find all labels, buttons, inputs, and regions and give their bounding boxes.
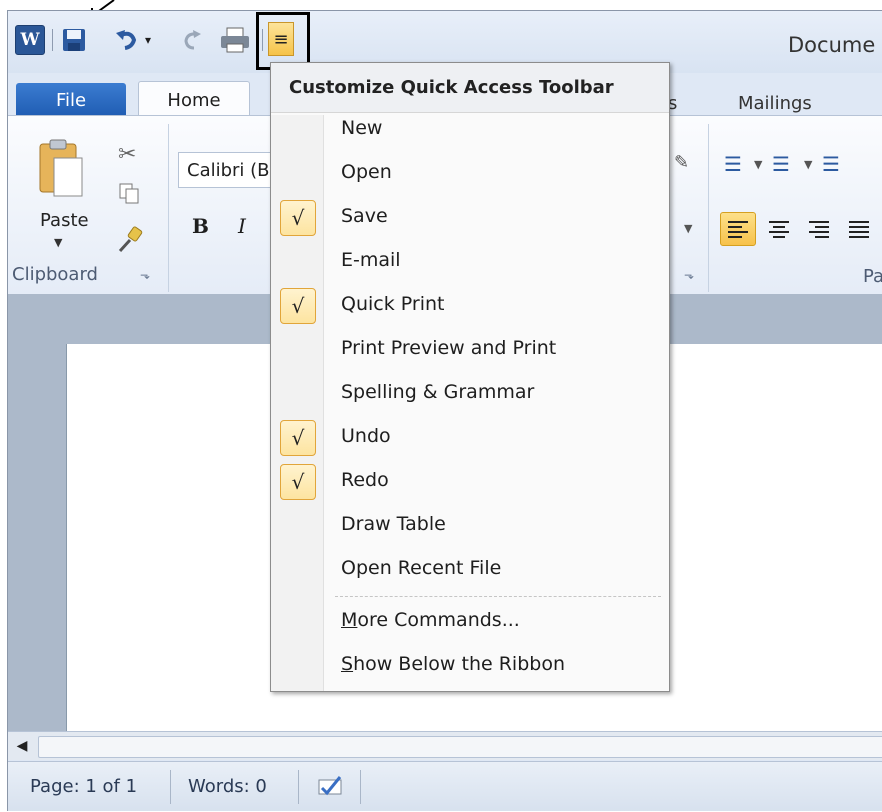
quick-print-icon[interactable] — [218, 25, 252, 55]
menu-item-label: Spelling & Grammar — [341, 381, 535, 403]
align-right-icon[interactable] — [804, 214, 834, 244]
status-bar: Page: 1 of 1 Words: 0 — [8, 761, 882, 811]
menu-divider — [335, 596, 661, 597]
paste-dropdown-icon[interactable]: ▼ — [54, 236, 62, 249]
checkmark-icon: √ — [280, 464, 316, 500]
menu-item-label: Save — [341, 205, 388, 227]
document-title: Docume — [788, 33, 876, 57]
redo-icon[interactable] — [178, 25, 206, 55]
group-separator — [708, 124, 709, 292]
save-icon[interactable] — [60, 25, 88, 55]
status-separator — [170, 770, 171, 804]
dialog-launcher-icon[interactable]: ⬎ — [140, 268, 150, 282]
menu-item-label: Print Preview and Print — [341, 337, 557, 359]
menu-header: Customize Quick Access Toolbar — [271, 63, 669, 113]
qat-separator — [52, 29, 53, 51]
scroll-left-icon[interactable]: ◀ — [12, 736, 32, 756]
copy-icon[interactable] — [118, 182, 140, 204]
menu-item-undo[interactable]: √ Undo — [271, 417, 669, 461]
word-count-status[interactable]: Words: 0 — [188, 776, 267, 797]
bold-button[interactable]: B — [192, 214, 209, 238]
checkmark-icon: √ — [280, 420, 316, 456]
dropdown-icon[interactable]: ▼ — [754, 158, 762, 171]
menu-item-e-mail[interactable]: E-mail — [271, 241, 669, 285]
horizontal-scrollbar[interactable]: ◀ — [8, 731, 882, 760]
word-app-icon[interactable]: W — [15, 25, 45, 55]
tab-file[interactable]: File — [16, 83, 126, 117]
menu-item-print-preview-and-print[interactable]: Print Preview and Print — [271, 329, 669, 373]
menu-item-new[interactable]: New — [271, 109, 669, 153]
menu-item-label: E-mail — [341, 249, 401, 271]
menu-item-open[interactable]: Open — [271, 153, 669, 197]
menu-item-more-commands[interactable]: More Commands... — [271, 601, 669, 645]
menu-item-spelling-grammar[interactable]: Spelling & Grammar — [271, 373, 669, 417]
menu-item-show-below-ribbon[interactable]: Show Below the Ribbon — [271, 645, 669, 689]
paragraph-group-label: Pa — [863, 266, 882, 287]
menu-item-label: More Commands... — [341, 609, 520, 631]
checkmark-icon: √ — [280, 200, 316, 236]
dialog-launcher-icon[interactable]: ⬎ — [684, 268, 694, 282]
tab-home[interactable]: Home — [138, 81, 250, 118]
menu-item-label: Open Recent File — [341, 557, 502, 579]
menu-item-label: Open — [341, 161, 392, 183]
numbering-icon[interactable]: ☰ — [772, 152, 790, 176]
align-center-icon[interactable] — [764, 214, 794, 244]
paste-button[interactable]: Paste — [40, 210, 89, 231]
bullets-icon[interactable]: ☰ — [724, 152, 742, 176]
menu-item-draw-table[interactable]: Draw Table — [271, 505, 669, 549]
menu-item-label: Draw Table — [341, 513, 446, 535]
menu-item-label: Undo — [341, 425, 391, 447]
status-separator — [360, 770, 361, 804]
format-painter-icon[interactable] — [116, 226, 144, 254]
customize-qat-dropdown-icon[interactable]: ≡ — [268, 22, 294, 56]
scrollbar-track[interactable] — [38, 736, 882, 758]
styles-icon[interactable]: ✎ — [674, 152, 689, 173]
italic-button[interactable]: I — [238, 214, 246, 238]
menu-item-open-recent-file[interactable]: Open Recent File — [271, 549, 669, 593]
multilevel-list-icon[interactable]: ☰ — [822, 152, 840, 176]
page-count-status[interactable]: Page: 1 of 1 — [30, 776, 137, 797]
menu-item-redo[interactable]: √ Redo — [271, 461, 669, 505]
checkmark-icon: √ — [280, 288, 316, 324]
menu-item-quick-print[interactable]: √ Quick Print — [271, 285, 669, 329]
undo-icon[interactable] — [112, 25, 140, 55]
align-left-button[interactable] — [720, 212, 756, 246]
menu-item-label: Show Below the Ribbon — [341, 653, 566, 675]
paste-icon[interactable] — [38, 138, 84, 198]
justify-icon[interactable] — [844, 214, 874, 244]
tab-mailings[interactable]: Mailings — [738, 93, 812, 114]
proofing-icon[interactable] — [313, 770, 347, 804]
cut-icon[interactable]: ✂ — [118, 142, 136, 167]
menu-item-label: Redo — [341, 469, 389, 491]
status-separator — [298, 770, 299, 804]
menu-item-label: New — [341, 117, 383, 139]
dropdown-icon[interactable]: ▼ — [684, 222, 692, 235]
menu-item-label: Quick Print — [341, 293, 445, 315]
clipboard-group-label: Clipboard — [12, 264, 98, 285]
group-separator — [168, 124, 169, 292]
dropdown-icon[interactable]: ▼ — [804, 158, 812, 171]
undo-dropdown-icon[interactable]: ▾ — [142, 25, 154, 55]
customize-qat-menu: Customize Quick Access Toolbar New Open √ S… — [270, 62, 670, 692]
menu-item-save[interactable]: √ Save — [271, 197, 669, 241]
